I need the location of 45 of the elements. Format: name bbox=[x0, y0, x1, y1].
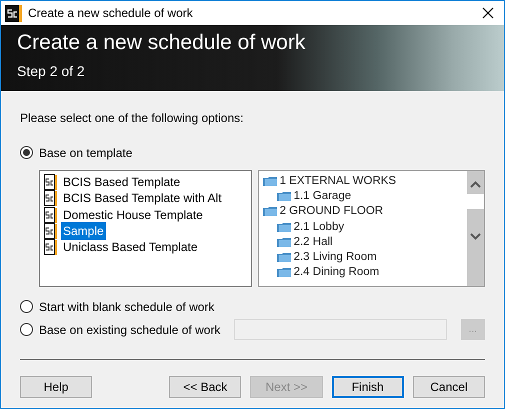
radio-button[interactable] bbox=[20, 300, 33, 313]
template-item[interactable]: Uniclass Based Template bbox=[61, 238, 200, 256]
header-subtitle: Step 2 of 2 bbox=[17, 62, 86, 81]
template-item[interactable]: BCIS Based Template bbox=[61, 173, 182, 192]
tree-item[interactable]: 1.1 Garage bbox=[294, 188, 352, 206]
dialog-button[interactable]: Help bbox=[20, 376, 92, 398]
dialog-button[interactable]: Cancel bbox=[412, 376, 486, 398]
folder-icon bbox=[276, 192, 291, 202]
document-icon bbox=[44, 223, 57, 240]
option-label[interactable]: Start with blank schedule of work bbox=[39, 298, 214, 316]
template-item[interactable]: BCIS Based Template with Alt bbox=[61, 189, 224, 208]
folder-icon bbox=[276, 222, 291, 232]
tree-item[interactable]: 2.2 Hall bbox=[294, 234, 333, 251]
folder-icon bbox=[262, 177, 277, 186]
folder-icon bbox=[262, 207, 277, 216]
tree-item[interactable]: 2 GROUND FLOOR bbox=[280, 203, 384, 221]
close-icon[interactable] bbox=[482, 7, 494, 19]
scroll-down-icon[interactable] bbox=[470, 233, 481, 240]
tree-item[interactable]: 2.4 Dining Room bbox=[294, 264, 380, 282]
scroll-thumb[interactable] bbox=[467, 194, 484, 209]
dialog-button[interactable]: << Back bbox=[169, 376, 242, 398]
template-item[interactable]: Sample bbox=[61, 222, 106, 240]
document-icon bbox=[44, 206, 57, 223]
app-logo-icon bbox=[5, 4, 22, 22]
folder-icon bbox=[276, 253, 291, 262]
document-icon bbox=[44, 239, 57, 256]
window-title: Create a new schedule of work bbox=[28, 5, 194, 22]
radio-button[interactable] bbox=[20, 146, 33, 159]
option-label[interactable]: Base on template bbox=[39, 144, 132, 162]
radio-button[interactable] bbox=[20, 323, 33, 336]
option-label[interactable]: Base on existing schedule of work bbox=[39, 320, 220, 338]
document-icon bbox=[44, 190, 57, 206]
dialog-button[interactable]: Finish bbox=[332, 376, 404, 398]
tree-item[interactable]: 2.1 Lobby bbox=[294, 218, 344, 236]
folder-icon bbox=[276, 268, 291, 278]
document-icon bbox=[44, 174, 57, 190]
header-title: Create a new schedule of work bbox=[17, 30, 306, 56]
scrollbar[interactable] bbox=[467, 171, 484, 286]
template-list[interactable]: BCIS Based Template BCIS Based Template with Alt Domestic House Template Sample Uniclass Based Template bbox=[39, 170, 252, 287]
template-item[interactable]: Domestic House Template bbox=[61, 206, 205, 224]
folder-icon bbox=[276, 238, 291, 247]
prompt-text: Please select one of the following options: bbox=[20, 110, 244, 127]
tree-item[interactable]: 2.3 Living Room bbox=[294, 248, 377, 266]
scroll-up-icon[interactable] bbox=[470, 181, 481, 188]
tree-item[interactable]: 1 EXTERNAL WORKS bbox=[280, 172, 396, 190]
